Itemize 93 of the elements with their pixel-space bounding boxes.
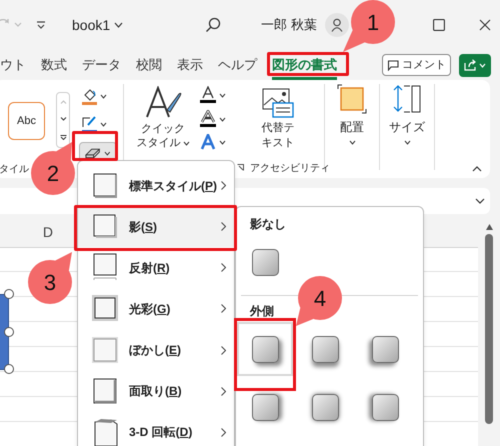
caret-icon [219, 92, 226, 98]
callout-bubble [31, 142, 75, 195]
callout-bubble [296, 276, 342, 326]
alt-text-button[interactable]: 代替テ キスト [254, 88, 302, 151]
collapse-ribbon-icon[interactable] [472, 166, 482, 172]
ribbon-tab[interactable]: 表示 [177, 50, 203, 80]
ribbon-tab[interactable]: ヘルプ [218, 50, 257, 80]
section-heading: 影なし [250, 216, 287, 233]
callout-bubble [28, 252, 72, 304]
user-name: 一郎 秋葉 [261, 16, 317, 34]
outlined-letter-icon [200, 110, 216, 128]
menu-item-label: 3-D 回転(D) [129, 424, 194, 442]
square-icon [337, 84, 367, 114]
dialog-launcher-icon[interactable] [237, 164, 244, 171]
menu-item-label: 面取り(B) [129, 383, 183, 400]
callout-number: 2 [46, 161, 60, 186]
caret-icon [219, 116, 226, 122]
close-icon[interactable] [478, 19, 491, 31]
share-icon [464, 59, 477, 71]
menu-item[interactable]: 3-D 回転(D) [78, 412, 234, 446]
chevron-right-icon [221, 263, 226, 272]
menu-item-label: ぼかし(E) [129, 342, 182, 360]
chevron-right-icon [221, 304, 226, 314]
letter-brush-icon [143, 86, 183, 118]
menu-item-label: 光彩(G) [129, 300, 172, 318]
eraser-icon [85, 147, 100, 159]
picture-text-icon [262, 88, 294, 118]
comment-button[interactable]: コメント [382, 54, 451, 76]
caret-icon [479, 62, 486, 68]
quick-styles-button[interactable]: クイック スタイル [132, 86, 194, 150]
group-label: アクセシビリティ [250, 162, 330, 176]
scroll-down-icon[interactable] [60, 117, 66, 122]
shape-style-preview[interactable]: Abc [8, 102, 45, 140]
caret-icon[interactable] [114, 22, 124, 28]
chevron-right-icon [221, 428, 226, 437]
menu-item[interactable]: 標準スタイル(P) [78, 165, 234, 206]
menu-item-label: 反射(R) [129, 260, 171, 277]
size-button[interactable]: サイズ [380, 84, 434, 154]
menu-item[interactable]: 影(S) [78, 206, 234, 248]
ribbon-tab[interactable]: データ [82, 50, 121, 80]
callout-bubble [343, 0, 395, 52]
pen-icon [82, 116, 97, 132]
menu-item[interactable]: 面取り(B) [78, 370, 234, 412]
callout-number: 4 [314, 286, 326, 311]
menu-item-label: 影(S) [129, 218, 158, 236]
callout-number: 1 [366, 10, 380, 35]
chevron-right-icon [221, 181, 226, 190]
text-fill-button[interactable] [200, 86, 226, 104]
share-button[interactable] [459, 54, 491, 76]
effect-preview-icon [91, 376, 119, 406]
chevron-right-icon [221, 222, 226, 232]
maximize-icon[interactable] [432, 19, 445, 31]
caret-icon [404, 140, 410, 145]
menu-item[interactable]: 反射(R) [78, 247, 234, 288]
caret-icon [182, 140, 190, 146]
arrange-button[interactable]: 配置 [325, 84, 379, 154]
letter-icon [200, 86, 216, 104]
file-name[interactable]: book1 [72, 14, 110, 36]
shadow-preset[interactable] [237, 322, 293, 376]
paint-bucket-icon [82, 88, 97, 104]
scroll-up-icon[interactable] [486, 224, 492, 230]
avatar-icon[interactable] [324, 13, 349, 37]
ribbon-tab[interactable]: 数式 [41, 50, 67, 80]
comment-icon [387, 60, 399, 70]
effect-preview-icon [91, 171, 119, 200]
more-icon[interactable] [60, 135, 66, 140]
annotation-frame [72, 131, 118, 161]
letter-icon [200, 134, 216, 150]
ribbon-tab[interactable]: 校閲 [136, 50, 162, 80]
caret-icon [104, 150, 111, 156]
section-heading: 外側 [250, 303, 275, 320]
callout-number: 3 [44, 270, 56, 295]
scrollbar-thumb[interactable] [485, 234, 493, 424]
menu-item[interactable]: 光彩(G) [78, 288, 234, 330]
menu-item-label: 標準スタイル(P) [129, 178, 218, 195]
chevron-right-icon [221, 346, 226, 355]
expand-icon[interactable] [475, 198, 485, 204]
text-outline-button[interactable] [200, 110, 226, 128]
group-label: タイル [0, 163, 29, 177]
caret-icon [100, 94, 107, 98]
caret-icon [348, 140, 356, 145]
effect-preview-icon [91, 294, 119, 324]
customize-toolbar-icon[interactable] [36, 21, 46, 29]
search-icon[interactable] [205, 17, 222, 33]
resize-arrow-icon [392, 84, 422, 114]
effect-preview-icon [91, 253, 119, 282]
effect-preview-icon [91, 336, 119, 365]
text-effects-button[interactable] [200, 134, 226, 150]
ribbon-tab[interactable]: ウト [0, 50, 26, 80]
chevron-right-icon [221, 386, 226, 396]
menu-item[interactable]: ぼかし(E) [78, 330, 234, 371]
caret-icon [100, 122, 107, 126]
caret-icon [219, 140, 226, 144]
